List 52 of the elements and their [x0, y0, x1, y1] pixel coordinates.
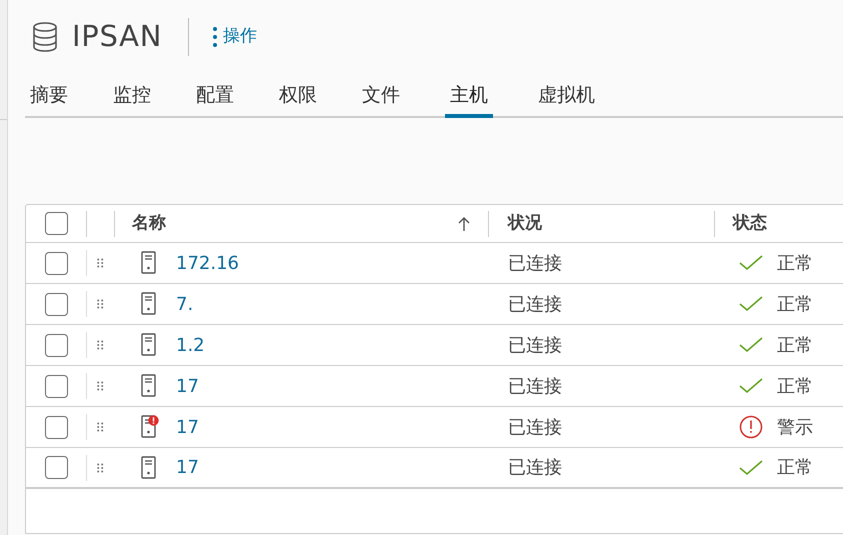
checkbox[interactable] [44, 456, 68, 479]
check-icon [739, 337, 763, 353]
actions-menu-button[interactable]: 操作 [213, 24, 258, 50]
check-icon [739, 378, 763, 394]
drag-handle-icon[interactable] [97, 462, 104, 472]
host-link[interactable]: 17 [176, 414, 199, 440]
checkbox[interactable] [44, 212, 68, 235]
table-cell: 已连接 [508, 376, 562, 396]
checkbox[interactable] [44, 252, 68, 274]
checkbox[interactable] [44, 416, 68, 438]
checkbox[interactable] [44, 334, 68, 356]
table-cell: 已连接 [508, 457, 562, 478]
more-vertical-icon [213, 26, 218, 48]
host-link[interactable]: 17 [176, 372, 199, 400]
table-cell: 已连接 [508, 294, 562, 314]
drag-handle-icon[interactable] [97, 422, 104, 432]
tab[interactable]: 配置 [196, 74, 234, 118]
table-cell: 已连接 [508, 252, 562, 274]
column-header[interactable]: 状态 [733, 212, 767, 233]
tab[interactable]: 权限 [279, 74, 317, 118]
table-cell-text: 警示 [777, 416, 813, 440]
table-cell-text: 正常 [777, 292, 813, 316]
table-cell-text: 正常 [777, 252, 813, 276]
host-link[interactable]: 17 [176, 454, 199, 481]
check-icon [739, 255, 763, 271]
check-icon [739, 296, 763, 312]
table-cell-text: 正常 [777, 456, 813, 480]
drag-handle-icon[interactable] [97, 299, 104, 309]
tab[interactable]: 虚拟机 [538, 74, 595, 118]
column-header[interactable]: 名称 [132, 210, 166, 236]
table-cell: 已连接 [508, 416, 562, 438]
check-icon [739, 460, 763, 476]
table-cell: 已连接 [508, 334, 562, 356]
page-title: IPSAN [72, 18, 162, 56]
drag-handle-icon[interactable] [97, 340, 104, 350]
tab[interactable]: 主机 [445, 74, 493, 118]
drag-handle-icon[interactable] [97, 381, 104, 391]
checkbox[interactable] [44, 374, 68, 398]
checkbox[interactable] [44, 292, 68, 316]
table-cell-text: 正常 [777, 374, 813, 398]
drag-handle-icon[interactable] [97, 258, 104, 268]
tab[interactable]: 监控 [113, 74, 151, 118]
sort-up-arrow-icon[interactable] [458, 216, 470, 230]
host-link[interactable]: 172.16 [176, 250, 239, 276]
exclamation-circle-icon [739, 415, 763, 439]
column-header[interactable]: 状况 [508, 212, 542, 233]
database-icon [32, 22, 58, 52]
tab[interactable]: 文件 [362, 74, 400, 118]
tab[interactable]: 摘要 [30, 74, 68, 118]
table-cell-text: 正常 [777, 334, 813, 358]
host-link[interactable]: 7. [176, 290, 194, 318]
host-link[interactable]: 1.2 [176, 332, 205, 358]
